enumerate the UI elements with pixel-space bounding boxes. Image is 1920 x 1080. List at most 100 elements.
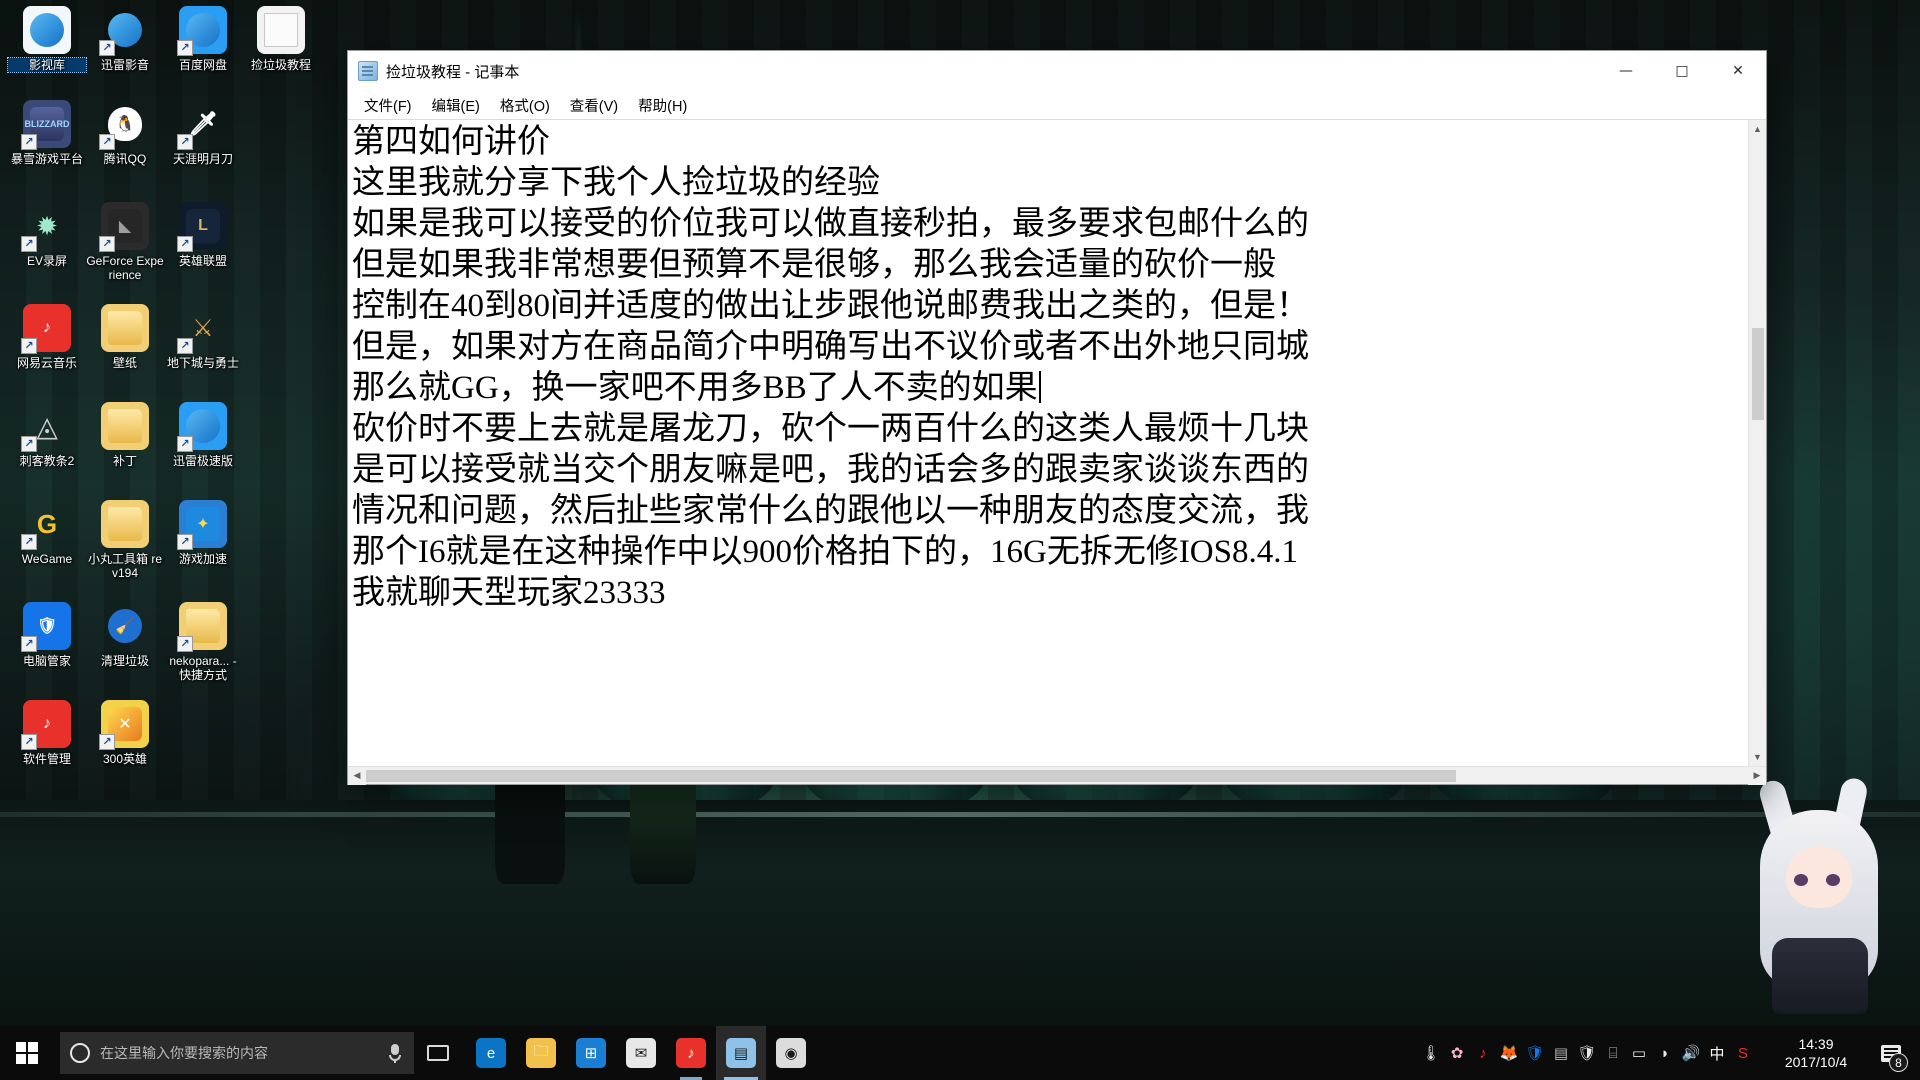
desktop-icon-6[interactable]: 🗡 ↗ 天涯明月刀 [164,100,242,167]
desktop-icon-label: 电脑管家 [22,654,71,668]
taskbar-app-mail[interactable]: ✉ [616,1026,666,1080]
action-center-button[interactable]: 8 [1868,1026,1914,1080]
desktop-icon-4[interactable]: BLIZZARD ↗ 暴雪游戏平台 [8,100,86,166]
scroll-left-arrow[interactable]: ◀ [348,766,366,785]
desktop-icon-21[interactable]: ↗ nekopara... - 快捷方式 [164,602,242,682]
horizontal-scroll-track[interactable] [366,767,1748,785]
scroll-down-arrow[interactable]: ▼ [1748,748,1766,766]
desktop-icon-label: 腾讯QQ [103,152,147,166]
horizontal-scrollbar[interactable]: ◀ ▶ [348,766,1766,785]
desktop-icon-label: 影视库 [7,57,87,73]
media-library-icon [23,6,71,54]
desktop-icon-13[interactable]: ◬ ↗ 刺客教条2 [8,402,86,469]
desktop-icon-10[interactable]: ♪ ↗ 网易云音乐 [8,304,86,370]
clean-junk-icon: 🧹 [101,602,149,650]
volume-icon[interactable]: 🔊 [1678,1026,1704,1080]
ev-recorder-icon: ✹ ↗ [21,202,71,252]
flower-icon[interactable]: ✿ [1444,1026,1470,1080]
vertical-scroll-track[interactable] [1748,138,1766,748]
desktop-icon-label: 迅雷影音 [100,58,149,72]
desktop-icon-14[interactable]: 补丁 [86,402,164,468]
chrome-icon: ◉ [776,1038,806,1068]
desktop-icon-17[interactable]: 小丸工具箱 rev194 [86,500,164,580]
fox-app-icon[interactable]: 🦊 [1496,1026,1522,1080]
editor-area[interactable]: 第四如何讲价 这里我就分享下我个人捡垃圾的经验 如果是我可以接受的价位我可以做直接秒… [348,119,1766,766]
desktop-icon-1[interactable]: ↗ 迅雷影音 [86,6,164,72]
menu-file[interactable]: 文件(F) [356,92,420,119]
microphone-icon[interactable] [386,1043,404,1063]
editor-line: 这里我就分享下我个人捡垃圾的经验 [352,163,1748,204]
shortcut-arrow-icon: ↗ [21,134,37,150]
notepad-icon [358,61,378,81]
menu-help[interactable]: 帮助(H) [630,92,695,119]
desktop-icon-19[interactable]: 🛡 ↗ 电脑管家 [8,602,86,668]
desktop-icon-22[interactable]: ♪ ↗ 软件管理 [8,700,86,766]
shortcut-arrow-icon: ↗ [177,236,193,252]
search-input[interactable]: 在这里输入你要搜索的内容 [60,1032,414,1074]
desktop-icon-label: nekopara... - 快捷方式 [169,654,237,682]
baidu-netdisk-icon: ↗ [177,6,227,56]
editor-line-text: 砍价时不要上去就是屠龙刀，砍个一两百什么的这类人最烦十几块 [352,411,1309,447]
shortcut-arrow-icon: ↗ [21,636,37,652]
editor-line: 那个I6就是在这种操作中以900价格拍下的，16G无拆无修IOS8.4.1 [352,532,1748,573]
dnf-icon: ⚔ ↗ [177,304,227,354]
taskbar-clock[interactable]: 14:39 2017/10/4 [1764,1026,1868,1080]
netease-music-tray-icon[interactable]: ♪ [1470,1026,1496,1080]
close-button[interactable]: ✕ [1710,51,1766,91]
notepad-window[interactable]: 捡垃圾教程 - 记事本 — □ ✕ 文件(F) 编辑(E) 格式(O) 查看(V) 帮助… [347,50,1767,785]
task-view-button[interactable] [414,1026,462,1080]
start-button[interactable] [0,1026,54,1080]
desktop-icon-11[interactable]: 壁纸 [86,304,164,370]
geforce-experience-icon: ◣ ↗ [99,202,149,252]
security-shield-icon[interactable]: 🛡 [1574,1026,1600,1080]
ime-chinese-icon[interactable]: 中 [1704,1026,1730,1080]
vertical-scroll-thumb[interactable] [1751,328,1764,420]
desktop-icon-23[interactable]: ✕ ↗ 300英雄 [86,700,164,766]
desktop-icon-0[interactable]: 影视库 [7,6,87,73]
editor-line: 但是如果我非常想要但预算不是很够，那么我会适量的砍价一般 [352,245,1748,286]
wifi-icon[interactable]: ◗ [1652,1026,1678,1080]
desktop-icon-label: 壁纸 [112,356,137,370]
desktop-icon-12[interactable]: ⚔ ↗ 地下城与勇士 [164,304,242,371]
taskbar-app-file-explorer[interactable]: 🗀 [516,1026,566,1080]
text-editor[interactable]: 第四如何讲价 这里我就分享下我个人捡垃圾的经验 如果是我可以接受的价位我可以做直接秒… [348,120,1748,766]
desktop-icon-2[interactable]: ↗ 百度网盘 [164,6,242,72]
desktop-icon-15[interactable]: ↗ 迅雷极速版 [164,402,242,468]
desktop-icon-18[interactable]: ✦ ↗ 游戏加速 [164,500,242,566]
scroll-up-arrow[interactable]: ▲ [1748,120,1766,138]
desktop-icon-label: 英雄联盟 [178,254,227,268]
usb-icon[interactable]: ⌸ [1600,1026,1626,1080]
shortcut-arrow-icon: ↗ [99,734,115,750]
minimize-button[interactable]: — [1598,51,1654,91]
taskbar[interactable]: 在这里输入你要搜索的内容 e 🗀 ⊞ ✉ ♪ ▤ ◉ 🌡 ✿ ♪ 🦊 🛡 ▤ 🛡 ⌸ ▭ ◗ 🔊 中 S 14:39… [0,1026,1920,1080]
horizontal-scroll-thumb[interactable] [366,769,1456,782]
maximize-button[interactable]: □ [1654,51,1710,91]
desktop-icon-5[interactable]: 🐧 ↗ 腾讯QQ [86,100,164,166]
screen-icon[interactable]: ▤ [1548,1026,1574,1080]
sogou-input-icon[interactable]: S [1730,1026,1756,1080]
taskbar-app-store[interactable]: ⊞ [566,1026,616,1080]
vertical-scrollbar[interactable]: ▲ ▼ [1748,120,1766,766]
desktop-icon-7[interactable]: ✹ ↗ EV录屏 [8,202,86,268]
shortcut-arrow-icon: ↗ [99,236,115,252]
xunlei-player-icon: ↗ [99,6,149,56]
taskbar-app-edge[interactable]: e [466,1026,516,1080]
desktop-icon-20[interactable]: 🧹 清理垃圾 [86,602,164,668]
menu-edit[interactable]: 编辑(E) [424,92,488,119]
pc-manager-tray-icon[interactable]: 🛡 [1522,1026,1548,1080]
window-titlebar[interactable]: 捡垃圾教程 - 记事本 — □ ✕ [348,51,1766,91]
menu-view[interactable]: 查看(V) [562,92,626,119]
battery-icon[interactable]: ▭ [1626,1026,1652,1080]
menu-format[interactable]: 格式(O) [492,92,558,119]
desktop-icon-8[interactable]: ◣ ↗ GeForce Experience [86,202,164,282]
desktop-icon-3[interactable]: 捡垃圾教程 [242,6,320,72]
scroll-right-arrow[interactable]: ▶ [1748,766,1766,785]
taskbar-app-notepad[interactable]: ▤ [716,1026,766,1080]
editor-line: 控制在40到80间并适度的做出让步跟他说邮费我出之类的，但是！ [352,286,1748,327]
temperature-icon[interactable]: 🌡 [1418,1026,1444,1080]
desktop-icon-16[interactable]: G ↗ WeGame [8,500,86,566]
taskbar-app-chrome[interactable]: ◉ [766,1026,816,1080]
taskbar-app-netease-music[interactable]: ♪ [666,1026,716,1080]
desktop-icon-9[interactable]: L ↗ 英雄联盟 [164,202,242,268]
desktop-icon-label: 捡垃圾教程 [250,58,311,72]
